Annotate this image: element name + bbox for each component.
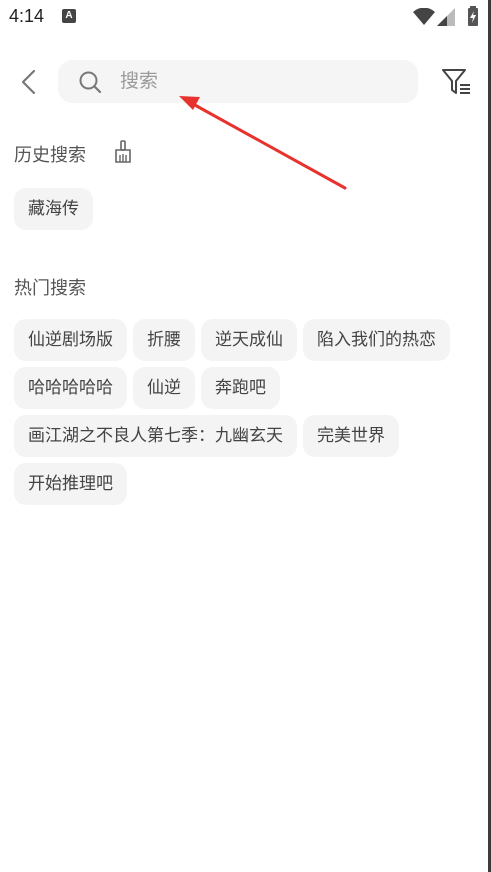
- broom-icon[interactable]: [112, 140, 134, 164]
- search-icon: [79, 71, 102, 94]
- hot-title: 热门搜索: [14, 278, 86, 299]
- search-input[interactable]: [120, 66, 400, 96]
- back-button[interactable]: [14, 66, 44, 98]
- hot-chip[interactable]: 仙逆剧场版: [14, 319, 127, 361]
- hot-chip[interactable]: 陷入我们的热恋: [303, 319, 450, 361]
- hot-chip[interactable]: 哈哈哈哈哈: [14, 367, 127, 409]
- signal-icon: [437, 8, 455, 26]
- notification-icon: A: [62, 9, 76, 23]
- history-title: 历史搜索: [14, 145, 86, 166]
- hot-chip[interactable]: 奔跑吧: [201, 367, 280, 409]
- status-bar: 4:14 A: [0, 0, 491, 34]
- hot-chip[interactable]: 折腰: [133, 319, 195, 361]
- clear-history-icon: [115, 140, 131, 163]
- filter-icon: [442, 69, 470, 94]
- history-chip[interactable]: 藏海传: [14, 188, 93, 230]
- search-box[interactable]: [58, 60, 418, 103]
- hot-chip[interactable]: 画江湖之不良人第七季：九幽玄天: [14, 415, 297, 457]
- hot-chip[interactable]: 完美世界: [303, 415, 399, 457]
- hot-chip[interactable]: 仙逆: [133, 367, 195, 409]
- hot-chip[interactable]: 开始推理吧: [14, 463, 127, 505]
- status-time: 4:14: [9, 6, 45, 26]
- filter-button[interactable]: [440, 66, 472, 98]
- hot-list: 仙逆剧场版 折腰 逆天成仙 陷入我们的热恋 哈哈哈哈哈 仙逆 奔跑吧 画江湖之不…: [14, 319, 474, 511]
- history-list: 藏海传: [14, 188, 474, 236]
- battery-icon: [468, 6, 478, 26]
- wifi-icon: [413, 8, 435, 25]
- hot-chip[interactable]: 逆天成仙: [201, 319, 297, 361]
- chevron-left-icon: [21, 69, 36, 95]
